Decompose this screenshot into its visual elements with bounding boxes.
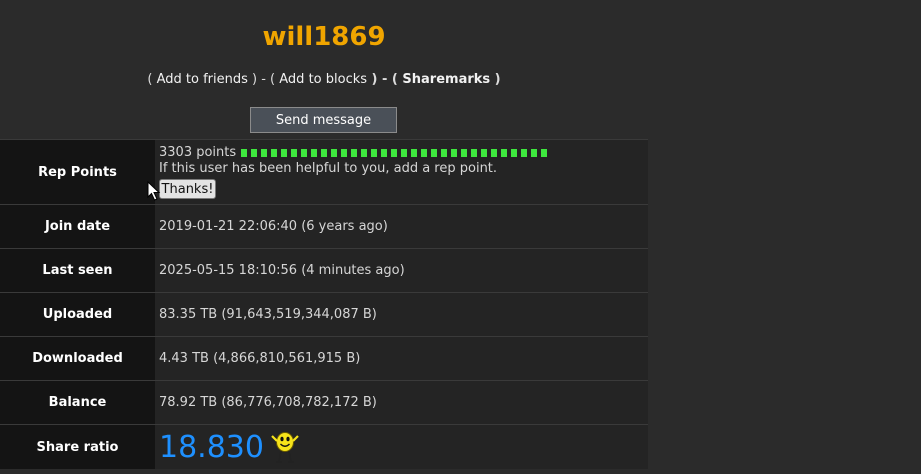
rep-bar-dot (271, 149, 278, 157)
rep-bar-dot (501, 149, 508, 157)
rep-points-label: Rep Points (0, 140, 155, 204)
share-ratio-label: Share ratio (0, 425, 155, 469)
rep-bar-dot (401, 149, 408, 157)
send-message-button[interactable]: Send message (250, 107, 397, 133)
user-profile-page: will1869 ( Add to friends ) - ( Add to b… (0, 0, 921, 474)
rep-points-text: 3303 points (159, 145, 237, 160)
rep-bar-dot (421, 149, 428, 157)
balance-row: Balance 78.92 TB (86,776,708,782,172 B) (0, 380, 648, 424)
sharemarks-link[interactable]: Sharemarks (402, 72, 490, 87)
last-seen-label: Last seen (0, 249, 155, 292)
add-to-blocks-link[interactable]: Add to blocks (279, 72, 367, 87)
rep-bar-dot (361, 149, 368, 157)
rep-help-text: If this user has been helpful to you, ad… (159, 161, 498, 176)
rep-points-line: 3303 points (159, 145, 548, 161)
share-ratio-value-cell: 18.830 (155, 425, 648, 469)
rep-bar (241, 149, 548, 157)
rep-bar-dot (241, 149, 248, 157)
profile-stats-table: Rep Points 3303 points If this user has … (0, 139, 648, 469)
rep-bar-dot (441, 149, 448, 157)
rep-bar-dot (291, 149, 298, 157)
rep-bar-dot (471, 149, 478, 157)
actions-separator-2: ) - ( (367, 72, 403, 87)
rep-bar-dot (281, 149, 288, 157)
rep-bar-dot (451, 149, 458, 157)
actions-separator-1: ) - ( (247, 72, 280, 87)
share-ratio-row: Share ratio 18.830 (0, 424, 648, 469)
rep-bar-dot (541, 149, 548, 157)
join-date-value: 2019-01-21 22:06:40 (6 years ago) (155, 205, 648, 248)
rep-bar-dot (511, 149, 518, 157)
yellow-smiley-icon (271, 432, 299, 463)
rep-bar-dot (251, 149, 258, 157)
rep-bar-dot (461, 149, 468, 157)
rep-bar-dot (351, 149, 358, 157)
rep-bar-dot (331, 149, 338, 157)
downloaded-row: Downloaded 4.43 TB (4,866,810,561,915 B) (0, 336, 648, 380)
rep-bar-dot (381, 149, 388, 157)
rep-bar-dot (391, 149, 398, 157)
rep-bar-dot (521, 149, 528, 157)
join-date-label: Join date (0, 205, 155, 248)
last-seen-row: Last seen 2025-05-15 18:10:56 (4 minutes… (0, 248, 648, 292)
rep-bar-dot (531, 149, 538, 157)
rep-bar-dot (321, 149, 328, 157)
rep-points-row: Rep Points 3303 points If this user has … (0, 139, 648, 204)
profile-actions: ( Add to friends ) - ( Add to blocks ) -… (0, 72, 648, 87)
rep-bar-dot (301, 149, 308, 157)
username-title: will1869 (262, 22, 386, 52)
rep-bar-dot (341, 149, 348, 157)
profile-header: will1869 ( Add to friends ) - ( Add to b… (0, 0, 648, 140)
uploaded-label: Uploaded (0, 293, 155, 336)
rep-bar-dot (411, 149, 418, 157)
rep-bar-dot (261, 149, 268, 157)
rep-bar-dot (491, 149, 498, 157)
last-seen-value: 2025-05-15 18:10:56 (4 minutes ago) (155, 249, 648, 292)
rep-button-wrap: Thanks! (159, 177, 547, 199)
actions-suffix: ) (490, 72, 501, 87)
uploaded-value: 83.35 TB (91,643,519,344,087 B) (155, 293, 648, 336)
rep-bar-dot (311, 149, 318, 157)
rep-points-box: 3303 points If this user has been helpfu… (159, 145, 548, 199)
uploaded-row: Uploaded 83.35 TB (91,643,519,344,087 B) (0, 292, 648, 336)
join-date-row: Join date 2019-01-21 22:06:40 (6 years a… (0, 204, 648, 248)
rep-points-value: 3303 points If this user has been helpfu… (155, 140, 648, 204)
rep-bar-dot (371, 149, 378, 157)
rep-bar-dot (481, 149, 488, 157)
downloaded-label: Downloaded (0, 337, 155, 380)
balance-value: 78.92 TB (86,776,708,782,172 B) (155, 381, 648, 424)
add-to-friends-link[interactable]: Add to friends (157, 72, 248, 87)
downloaded-value: 4.43 TB (4,866,810,561,915 B) (155, 337, 648, 380)
rep-bar-dot (431, 149, 438, 157)
share-ratio-value: 18.830 (159, 429, 264, 465)
actions-prefix: ( (147, 72, 157, 87)
thanks-button[interactable]: Thanks! (159, 179, 216, 199)
balance-label: Balance (0, 381, 155, 424)
